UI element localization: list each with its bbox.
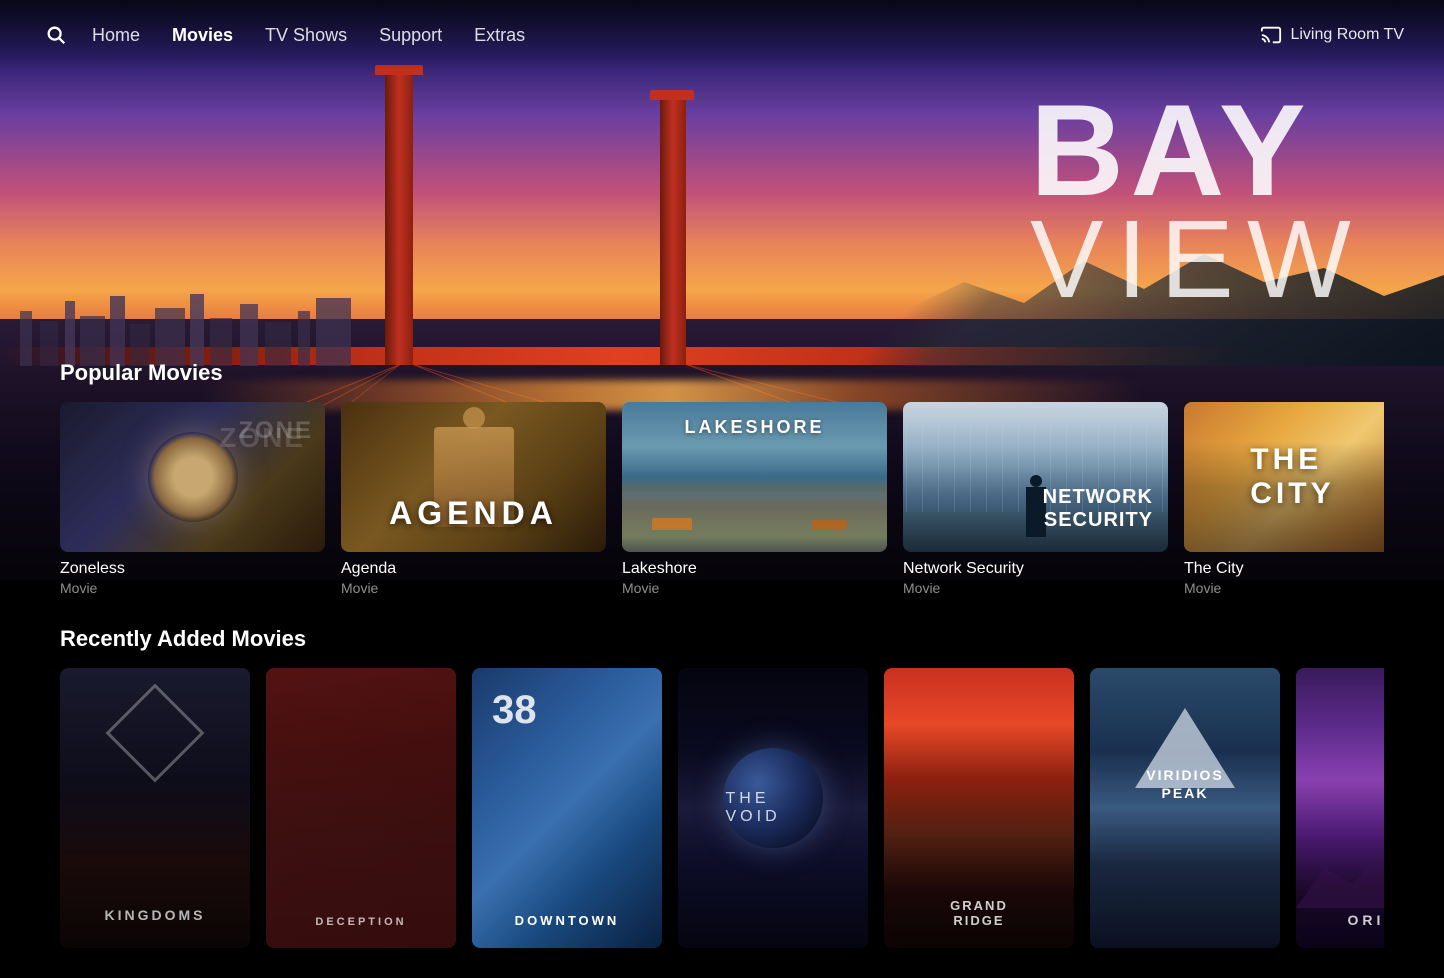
movie-card-origins[interactable]: ORIGINS xyxy=(1296,668,1384,948)
movie-type-network-security: Movie xyxy=(903,580,1168,596)
movie-thumb-void: THE VOID xyxy=(678,668,868,948)
movie-type-lakeshore: Movie xyxy=(622,580,887,596)
movie-title-lakeshore: Lakeshore xyxy=(622,560,887,578)
hero-title-line1: BAY xyxy=(1030,85,1364,215)
movie-card-viridios-peak[interactable]: VIRIDIOSPEAK xyxy=(1090,668,1280,948)
movie-thumb-origins: ORIGINS xyxy=(1296,668,1384,948)
recently-added-row: KINGDOMS DECEPTION 38 DOWNTOWN xyxy=(60,668,1384,948)
movie-card-network-security[interactable]: NETWORK SECURITY Network Security Movie xyxy=(903,402,1168,596)
popular-movies-title: Popular Movies xyxy=(60,360,1384,386)
deception-overlay: DECEPTION xyxy=(315,916,406,928)
hero-title-line2: VIEW xyxy=(1030,205,1364,315)
cast-icon xyxy=(1260,24,1282,46)
movie-thumb-deception: DECEPTION xyxy=(266,668,456,948)
movie-thumb-zoneless: ZONE xyxy=(60,402,325,552)
movie-title-zoneless: Zoneless xyxy=(60,560,325,578)
movie-card-grand-ridge[interactable]: GRANDRIDGE xyxy=(884,668,1074,948)
downtown-overlay: DOWNTOWN xyxy=(515,913,620,928)
hero-title: BAY VIEW xyxy=(1030,85,1364,315)
movie-card-zoneless[interactable]: ZONE Zoneless Movie xyxy=(60,402,325,596)
viridios-overlay: VIRIDIOSPEAK xyxy=(1146,766,1223,802)
movie-thumb-network-security: NETWORK SECURITY xyxy=(903,402,1168,552)
movie-thumb-grand-ridge: GRANDRIDGE xyxy=(884,668,1074,948)
movie-type-agenda: Movie xyxy=(341,580,606,596)
movie-type-zoneless: Movie xyxy=(60,580,325,596)
grandridge-overlay: GRANDRIDGE xyxy=(950,898,1008,928)
content-area: Popular Movies ZONE Zoneless Movie xyxy=(0,360,1444,978)
nav-tv-shows[interactable]: TV Shows xyxy=(265,25,347,46)
network-overlay-text: NETWORK SECURITY xyxy=(1043,486,1153,532)
recently-added-title: Recently Added Movies xyxy=(60,626,1384,652)
movie-thumb-agenda: AGENDA xyxy=(341,402,606,552)
popular-movies-row: ZONE Zoneless Movie AGENDA Agenda Movie xyxy=(60,402,1384,596)
movie-card-the-void[interactable]: THE VOID xyxy=(678,668,868,948)
popular-movies-section: Popular Movies ZONE Zoneless Movie xyxy=(0,360,1444,596)
origins-overlay: ORIGINS xyxy=(1347,912,1384,928)
search-button[interactable] xyxy=(40,19,72,51)
movie-thumb-downtown: 38 DOWNTOWN xyxy=(472,668,662,948)
movie-card-downtown[interactable]: 38 DOWNTOWN xyxy=(472,668,662,948)
movie-thumb-the-city: THE CITY xyxy=(1184,402,1384,552)
nav-home[interactable]: Home xyxy=(92,25,140,46)
void-overlay: THE VOID xyxy=(726,790,821,826)
movie-card-agenda[interactable]: AGENDA Agenda Movie xyxy=(341,402,606,596)
agenda-title-overlay: AGENDA xyxy=(389,495,558,532)
cast-device-name: Living Room TV xyxy=(1290,26,1404,44)
movie-type-the-city: Movie xyxy=(1184,580,1384,596)
recently-added-section: Recently Added Movies KINGDOMS DECEPTION xyxy=(0,626,1444,948)
movie-title-network-security: Network Security xyxy=(903,560,1168,578)
nav-links: Home Movies TV Shows Support Extras xyxy=(92,25,1260,46)
movie-card-kingdoms[interactable]: KINGDOMS xyxy=(60,668,250,948)
navigation: Home Movies TV Shows Support Extras Livi… xyxy=(0,0,1444,70)
nav-support[interactable]: Support xyxy=(379,25,442,46)
zoneless-astronaut xyxy=(148,432,238,522)
movie-title-the-city: The City xyxy=(1184,560,1384,578)
movie-card-lakeshore[interactable]: Lakeshore Movie xyxy=(622,402,887,596)
cast-button[interactable]: Living Room TV xyxy=(1260,24,1404,46)
kingdoms-overlay: KINGDOMS xyxy=(105,907,206,923)
zoneless-overlay-text: ZONE xyxy=(238,417,313,445)
movie-title-agenda: Agenda xyxy=(341,560,606,578)
downtown-number: 38 xyxy=(492,688,537,733)
movie-card-the-city[interactable]: THE CITY The City Movie xyxy=(1184,402,1384,596)
movie-card-deception[interactable]: DECEPTION xyxy=(266,668,456,948)
search-icon xyxy=(45,24,67,46)
movie-thumb-viridios-peak: VIRIDIOSPEAK xyxy=(1090,668,1280,948)
movie-thumb-lakeshore xyxy=(622,402,887,552)
movie-thumb-kingdoms: KINGDOMS xyxy=(60,668,250,948)
thecity-overlay: THE CITY xyxy=(1250,443,1383,511)
nav-movies[interactable]: Movies xyxy=(172,25,233,46)
nav-extras[interactable]: Extras xyxy=(474,25,525,46)
